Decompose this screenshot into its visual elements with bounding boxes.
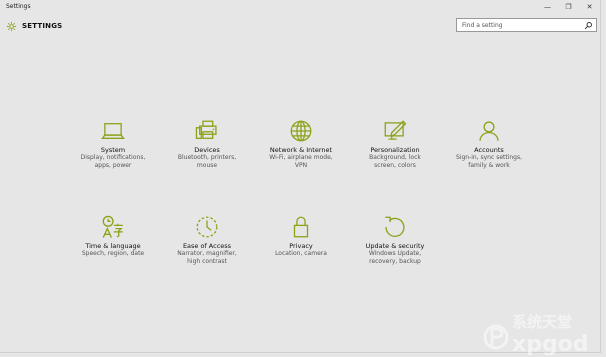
tile-label: Ease of Access xyxy=(182,242,232,250)
tile-description: Windows Update, xyxy=(368,250,422,257)
watermark-latin-text: xpgod xyxy=(512,332,589,355)
tile-personalization[interactable]: Personalization Background, lock screen,… xyxy=(347,118,443,170)
tile-description: screen, colors xyxy=(374,162,416,169)
globe-icon xyxy=(290,120,312,142)
tile-description: Wi-Fi, airplane mode, xyxy=(269,154,333,161)
tile-description: Narrator, magnifier, xyxy=(177,250,237,257)
tile-label: Update & security xyxy=(365,242,425,250)
tile-update-security[interactable]: Update & security Windows Update, recove… xyxy=(347,214,443,266)
search-input[interactable] xyxy=(457,19,582,31)
tile-description: VPN xyxy=(294,162,308,169)
tile-devices[interactable]: Devices Bluetooth, printers, mouse xyxy=(159,118,255,170)
ease-of-access-icon xyxy=(196,216,218,238)
tile-description: mouse xyxy=(196,162,218,169)
tile-description: Bluetooth, printers, xyxy=(177,154,237,161)
title-bar: Settings — ❐ ✕ xyxy=(0,0,600,14)
tile-label: Accounts xyxy=(474,146,504,154)
personalization-icon xyxy=(384,120,407,140)
tile-label: Devices xyxy=(194,146,220,154)
update-icon xyxy=(385,216,405,237)
tile-network-internet[interactable]: Network & Internet Wi-Fi, airplane mode,… xyxy=(253,118,349,170)
watermark-logo: 系统天堂 xpgod xyxy=(483,313,589,355)
window-controls: — ❐ ✕ xyxy=(537,0,600,14)
minimize-button[interactable]: — xyxy=(537,0,558,14)
tile-description: Display, notifications, xyxy=(80,154,146,161)
maximize-button[interactable]: ❐ xyxy=(558,0,579,14)
tile-privacy[interactable]: Privacy Location, camera xyxy=(253,214,349,258)
settings-window: Settings — ❐ ✕ SETTINGS Find a setting S… xyxy=(0,0,601,353)
tile-time-language[interactable]: Time & language Speech, region, date xyxy=(65,214,161,258)
tile-description: Sign-in, sync settings, xyxy=(455,154,523,161)
tile-description: family & work xyxy=(468,162,510,169)
tile-ease-of-access[interactable]: Ease of Access Narrator, magnifier, high… xyxy=(159,214,255,266)
tile-label: Network & Internet xyxy=(269,146,333,154)
tile-description: recovery, backup xyxy=(369,258,421,265)
tile-label: Privacy xyxy=(289,242,313,250)
gear-icon xyxy=(6,21,17,31)
window-title: Settings xyxy=(6,3,31,10)
lock-icon xyxy=(293,216,309,238)
search-box[interactable] xyxy=(456,18,597,32)
tile-description: apps, power xyxy=(94,162,132,169)
tile-label: Time & language xyxy=(85,242,141,250)
tile-description: Background, lock xyxy=(369,154,421,161)
tile-label: System xyxy=(100,146,126,154)
page-header: SETTINGS xyxy=(6,20,62,32)
laptop-icon xyxy=(101,123,125,139)
tile-description: high contrast xyxy=(187,258,227,265)
person-icon xyxy=(479,121,499,141)
devices-icon xyxy=(195,120,217,139)
time-language-icon xyxy=(102,215,123,238)
tile-accounts[interactable]: Accounts Sign-in, sync settings, family … xyxy=(441,118,537,170)
watermark-cn-text: 系统天堂 xyxy=(512,313,572,331)
tile-description: Speech, region, date xyxy=(81,250,145,257)
tile-description: Location, camera xyxy=(275,250,327,257)
tile-system[interactable]: System Display, notifications, apps, pow… xyxy=(65,118,161,170)
close-button[interactable]: ✕ xyxy=(579,0,600,14)
search-icon[interactable] xyxy=(584,21,593,30)
tile-label: Personalization xyxy=(370,146,420,154)
page-title: SETTINGS xyxy=(22,22,63,30)
